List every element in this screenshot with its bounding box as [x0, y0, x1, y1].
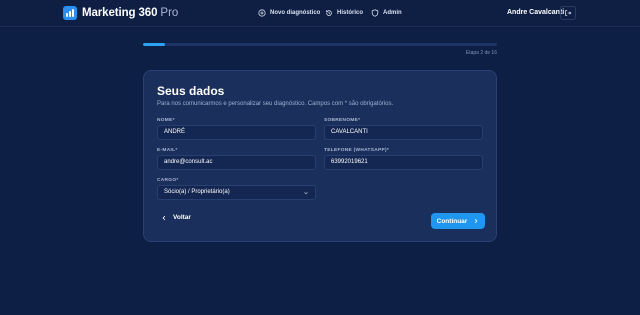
last-name-field[interactable]: CAVALCANTI: [324, 125, 483, 140]
last-name-label: SOBRENOME*: [324, 118, 361, 123]
form-subtitle: Para nos comunicarmos e personalizar seu…: [157, 101, 394, 107]
chart-logo-icon: [63, 6, 77, 20]
progress-bar: [143, 43, 497, 46]
progress-fill: [143, 43, 166, 46]
nav-history-label: Histórico: [337, 10, 364, 16]
personal-data-card: Seus dados Para nos comunicarmos e perso…: [143, 70, 497, 242]
nav-admin-label: Admin: [383, 10, 402, 16]
role-select-value: Sócio(a) / Proprietário(a): [164, 189, 230, 195]
back-button[interactable]: Voltar: [161, 214, 191, 221]
chevron-left-icon: [162, 215, 166, 220]
form-title: Seus dados: [157, 84, 225, 98]
nav-history[interactable]: Histórico: [325, 9, 363, 17]
role-select[interactable]: Sócio(a) / Proprietário(a): [157, 185, 316, 200]
nav-new-diagnosis[interactable]: Novo diagnóstico: [258, 9, 320, 17]
chevron-down-icon: [304, 191, 308, 194]
logout-button[interactable]: [560, 6, 576, 20]
shield-icon: [371, 9, 379, 17]
email-field[interactable]: andre@consult.ac: [157, 155, 316, 170]
plus-circle-icon: [258, 9, 266, 17]
brand-suffix: Pro: [160, 7, 179, 19]
phone-field[interactable]: 63992019621: [324, 155, 483, 170]
brand[interactable]: Marketing 360 Pro: [63, 6, 178, 20]
nav-new-diagnosis-label: Novo diagnóstico: [270, 10, 321, 16]
history-icon: [326, 10, 332, 16]
role-label: CARGO*: [157, 178, 179, 183]
brand-name: Marketing 360: [82, 7, 158, 19]
step-label: Etapa 2 de 16: [465, 50, 497, 56]
first-name-label: NOME*: [157, 118, 175, 123]
top-bar: Marketing 360 Pro Novo diagnóstico Histó…: [0, 0, 640, 27]
nav-admin[interactable]: Admin: [371, 9, 402, 17]
phone-label: TELEFONE (WHATSAPP)*: [324, 148, 390, 153]
chevron-right-icon: [475, 218, 478, 224]
user-name: Andre Cavalcanti: [507, 9, 565, 16]
first-name-field[interactable]: ANDRÉ: [157, 125, 316, 140]
email-label: E-MAIL*: [157, 148, 178, 153]
continue-button[interactable]: Continuar: [431, 213, 485, 229]
logout-icon: [565, 10, 572, 16]
continue-button-label: Continuar: [436, 217, 468, 225]
back-button-label: Voltar: [173, 214, 191, 221]
